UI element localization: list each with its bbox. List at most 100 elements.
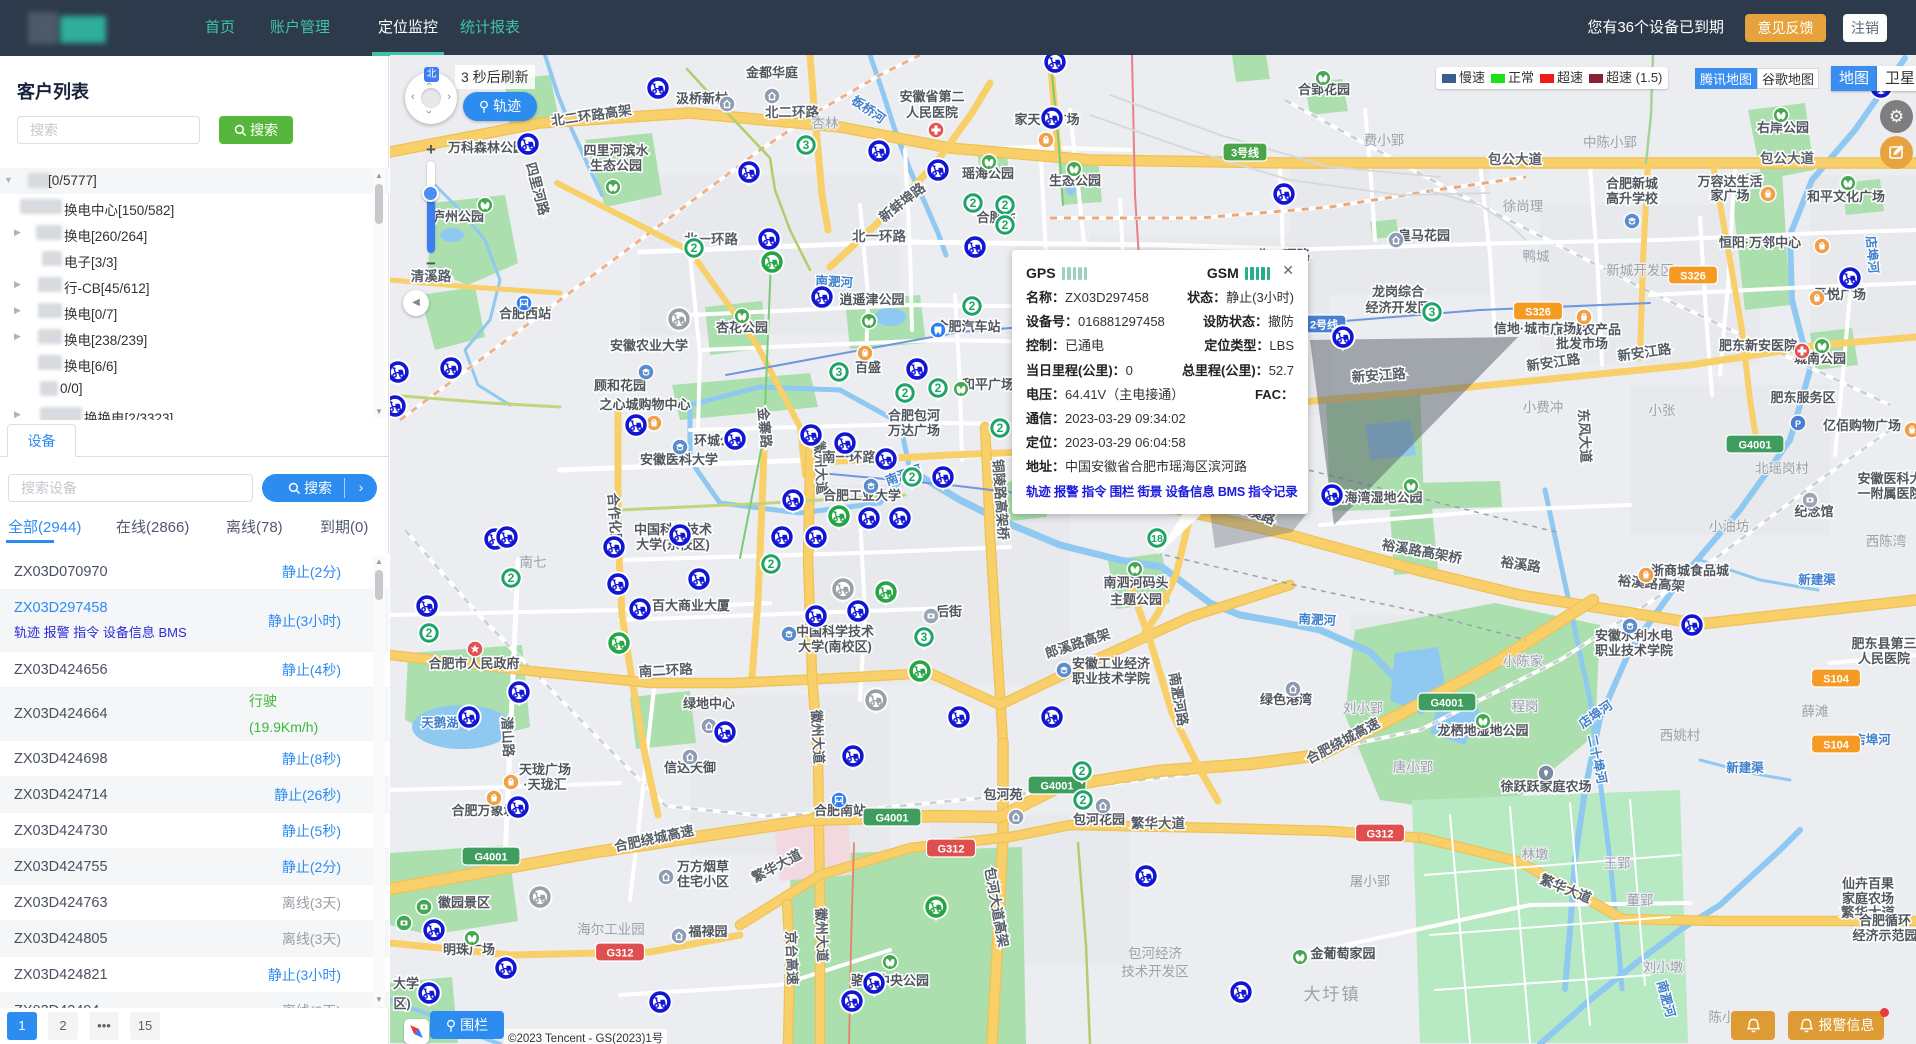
svg-text:唐小郢: 唐小郢	[1393, 759, 1434, 775]
svg-text:2: 2	[508, 571, 515, 585]
svg-text:新建渠: 新建渠	[1726, 760, 1764, 775]
svg-text:恒阳·万邻中心: 恒阳·万邻中心	[1719, 235, 1801, 250]
svg-text:顾和花园: 顾和花园	[594, 378, 646, 393]
svg-text:中国科学技术: 中国科学技术	[796, 624, 874, 639]
svg-text:小陈家: 小陈家	[1503, 653, 1544, 669]
svg-text:包河花园: 包河花园	[1073, 812, 1125, 827]
svg-text:新建渠: 新建渠	[1798, 572, 1836, 587]
svg-text:主题公园: 主题公园	[1110, 592, 1162, 607]
svg-text:繁华大道: 繁华大道	[1130, 815, 1185, 831]
svg-text:2: 2	[935, 381, 942, 395]
svg-text:龙岗综合: 龙岗综合	[1372, 284, 1425, 299]
svg-text:南淝河: 南淝河	[1298, 611, 1337, 628]
svg-text:一附属医院: 一附属医院	[1857, 486, 1916, 501]
svg-text:安徽省第二: 安徽省第二	[899, 89, 964, 104]
svg-text:福禄园: 福禄园	[687, 924, 727, 939]
svg-text:金都华庭: 金都华庭	[745, 65, 799, 80]
svg-text:P: P	[1795, 419, 1801, 429]
svg-text:G4001: G4001	[474, 852, 507, 864]
svg-text:合肥工业大学: 合肥工业大学	[823, 488, 901, 503]
svg-text:S326: S326	[1525, 307, 1551, 319]
svg-text:庐州公园: 庐州公园	[432, 209, 484, 224]
svg-text:S104: S104	[1823, 674, 1850, 686]
svg-text:3: 3	[836, 365, 843, 379]
svg-text:万容达生活: 万容达生活	[1696, 174, 1762, 189]
svg-text:万达广场: 万达广场	[887, 423, 940, 438]
svg-text:2: 2	[691, 241, 698, 255]
svg-text:百盛: 百盛	[855, 360, 881, 375]
svg-text:徽州大道: 徽州大道	[813, 907, 831, 963]
svg-text:大学(南校区): 大学(南校区)	[798, 639, 872, 654]
svg-text:S104: S104	[1823, 740, 1850, 752]
svg-text:3: 3	[921, 630, 928, 644]
svg-text:徐尚理: 徐尚理	[1503, 199, 1544, 214]
svg-text:西陈湾: 西陈湾	[1866, 533, 1907, 549]
svg-text:人民医院: 人民医院	[1858, 651, 1910, 666]
svg-text:2: 2	[1080, 793, 1087, 807]
svg-text:高升学校: 高升学校	[1606, 191, 1659, 206]
svg-text:合肥循环: 合肥循环	[1859, 913, 1911, 928]
svg-text:大圩镇: 大圩镇	[1304, 985, 1361, 1004]
svg-text:绿地中心: 绿地中心	[683, 696, 735, 711]
svg-text:安徽医科大: 安徽医科大	[1857, 471, 1916, 486]
svg-text:小张: 小张	[1649, 403, 1677, 418]
svg-text:安徽农业大学: 安徽农业大学	[610, 338, 688, 353]
svg-text:2: 2	[902, 386, 909, 400]
svg-text:董郢: 董郢	[1627, 893, 1654, 908]
svg-text:中陈小郢: 中陈小郢	[1583, 134, 1637, 150]
svg-text:万科森林公园: 万科森林公园	[447, 140, 526, 155]
svg-text:后街: 后街	[936, 604, 962, 619]
svg-text:2: 2	[1002, 218, 1009, 232]
svg-text:合肥包河: 合肥包河	[888, 408, 940, 423]
svg-text:小费冲: 小费冲	[1523, 400, 1564, 415]
svg-text:家广场: 家广场	[1710, 188, 1749, 203]
svg-text:2: 2	[997, 421, 1004, 435]
svg-text:肥东服务区: 肥东服务区	[1770, 390, 1835, 405]
svg-text:海尔工业园: 海尔工业园	[577, 922, 645, 937]
svg-text:天鹅湖: 天鹅湖	[421, 715, 459, 730]
svg-text:G4001: G4001	[875, 813, 908, 825]
svg-text:新城开发区: 新城开发区	[1606, 263, 1674, 278]
svg-text:大学: 大学	[393, 976, 419, 991]
svg-text:仙卉百果: 仙卉百果	[1842, 876, 1894, 891]
svg-text:合肥市人民政府: 合肥市人民政府	[428, 656, 519, 671]
svg-text:肥东新安医院: 肥东新安医院	[1719, 338, 1797, 353]
svg-text:金葡萄家园: 金葡萄家园	[1309, 946, 1375, 961]
svg-text:安徽工业经济: 安徽工业经济	[1072, 656, 1151, 671]
svg-text:皇马花园: 皇马花园	[1398, 228, 1450, 243]
svg-text:万方烟草: 万方烟草	[676, 859, 729, 874]
svg-text:职业技术学院: 职业技术学院	[1072, 671, 1150, 686]
svg-text:亿佰购物广场: 亿佰购物广场	[1823, 418, 1901, 433]
svg-text:浙商城食品城: 浙商城食品城	[1651, 563, 1729, 578]
svg-text:包公大道: 包公大道	[1488, 151, 1542, 167]
svg-text:G4001: G4001	[1738, 440, 1771, 452]
svg-text:包公大道: 包公大道	[1760, 150, 1814, 166]
svg-text:程岗: 程岗	[1512, 699, 1539, 714]
svg-text:四里河滨水: 四里河滨水	[583, 143, 649, 158]
svg-text:鸭城: 鸭城	[1523, 249, 1551, 264]
svg-text:刘小郢: 刘小郢	[1343, 701, 1384, 716]
svg-text:费小郢: 费小郢	[1364, 133, 1405, 148]
svg-text:3号线: 3号线	[1231, 146, 1259, 160]
svg-text:东风大道: 东风大道	[1576, 408, 1595, 463]
svg-text:区): 区)	[393, 996, 410, 1011]
svg-text:2: 2	[426, 626, 433, 640]
svg-text:潜山路: 潜山路	[499, 716, 517, 758]
svg-text:林墩: 林墩	[1522, 847, 1550, 862]
svg-text:3: 3	[803, 138, 810, 152]
svg-text:杏林: 杏林	[812, 116, 840, 131]
svg-text:之心城购物中心: 之心城购物中心	[599, 397, 690, 412]
svg-text:南七: 南七	[520, 555, 547, 570]
svg-text:逍遥津公园: 逍遥津公园	[839, 292, 904, 307]
svg-text:人民医院: 人民医院	[906, 105, 958, 120]
svg-text:住宅小区: 住宅小区	[677, 874, 729, 889]
svg-text:家庭农场: 家庭农场	[1842, 891, 1894, 906]
svg-text:生态公园: 生态公园	[590, 158, 642, 173]
svg-text:北一环路: 北一环路	[852, 228, 906, 244]
svg-text:·天珑汇: ·天珑汇	[523, 777, 566, 792]
svg-text:北瑶岗村: 北瑶岗村	[1755, 461, 1809, 476]
svg-text:京台高速: 京台高速	[783, 931, 801, 986]
svg-text:2: 2	[1002, 198, 1009, 212]
svg-text:2: 2	[768, 557, 775, 571]
svg-text:天珑广场: 天珑广场	[519, 762, 571, 777]
